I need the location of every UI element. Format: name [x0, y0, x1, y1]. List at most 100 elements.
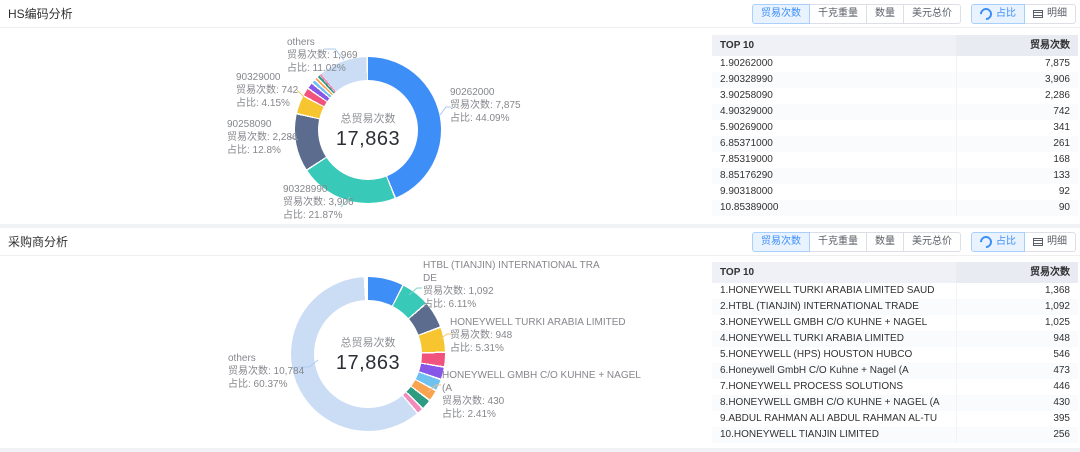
- row-value: 948: [956, 331, 1078, 347]
- row-rank-name: 7.HONEYWELL PROCESS SOLUTIONS: [712, 379, 956, 395]
- toolbar: 贸易次数 千克重量 数量 美元总价 占比 明细: [752, 232, 1076, 252]
- segment-callout: HONEYWELL GMBH C/O KUHNE + NAGEL (A 贸易次数…: [442, 369, 641, 421]
- table-grid-icon: [1033, 238, 1043, 246]
- row-value: 3,906: [956, 72, 1078, 88]
- row-value: 256: [956, 427, 1078, 443]
- row-value: 1,025: [956, 315, 1078, 331]
- segment-callout: 90328990 贸易次数: 3,906 占比: 21.87%: [283, 183, 354, 222]
- row-value: 2,286: [956, 88, 1078, 104]
- table-row: 3.HONEYWELL GMBH C/O KUHNE + NAGEL1,025: [712, 315, 1078, 331]
- total-trades-label: 总贸易次数: [341, 334, 396, 350]
- table-row: 8.85176290133: [712, 168, 1078, 184]
- metric-quantity-button[interactable]: 数量: [866, 4, 904, 24]
- table-row: 7.85319000168: [712, 152, 1078, 168]
- buyer-top10-table: TOP 10 贸易次数 1.HONEYWELL TURKI ARABIA LIM…: [712, 262, 1078, 443]
- value-column-header: 贸易次数: [956, 262, 1078, 283]
- row-rank-name: 9.ABDUL RAHMAN ALI ABDUL RAHMAN AL-TU: [712, 411, 956, 427]
- table-row: 5.HONEYWELL (HPS) HOUSTON HUBCO546: [712, 347, 1078, 363]
- table-row: 6.85371000261: [712, 136, 1078, 152]
- row-rank-name: 5.90269000: [712, 120, 956, 136]
- donut-center: 总贸易次数 17,863: [314, 300, 422, 408]
- table-row: 9.9031800092: [712, 184, 1078, 200]
- donut-chart-icon: [978, 233, 995, 250]
- segment-callout: HONEYWELL TURKI ARABIA LIMITED 贸易次数: 948…: [450, 316, 626, 355]
- donut-chart-icon: [978, 5, 995, 22]
- hs-code-top10-table: TOP 10 贸易次数 1.902620007,8752.903289903,9…: [712, 35, 1078, 216]
- table-row: 4.HONEYWELL TURKI ARABIA LIMITED948: [712, 331, 1078, 347]
- table-row: 7.HONEYWELL PROCESS SOLUTIONS446: [712, 379, 1078, 395]
- row-rank-name: 3.90258090: [712, 88, 956, 104]
- row-rank-name: 4.HONEYWELL TURKI ARABIA LIMITED: [712, 331, 956, 347]
- row-value: 168: [956, 152, 1078, 168]
- metric-trades-button[interactable]: 贸易次数: [752, 232, 810, 252]
- metric-usd-button[interactable]: 美元总价: [903, 232, 961, 252]
- row-value: 7,875: [956, 56, 1078, 72]
- row-rank-name: 8.HONEYWELL GMBH C/O KUHNE + NAGEL (A: [712, 395, 956, 411]
- row-rank-name: 10.HONEYWELL TIANJIN LIMITED: [712, 427, 956, 443]
- view-switcher: 占比 明细: [971, 4, 1076, 24]
- segment-callout: 90329000 贸易次数: 742 占比: 4.15%: [236, 71, 298, 110]
- table-row: 10.8538900090: [712, 200, 1078, 216]
- view-switcher: 占比 明细: [971, 232, 1076, 252]
- ratio-view-label: 占比: [996, 8, 1016, 20]
- table-row: 5.90269000341: [712, 120, 1078, 136]
- table-grid-icon: [1033, 10, 1043, 18]
- section-header: HS编码分析 贸易次数 千克重量 数量 美元总价 占比 明细: [0, 0, 1080, 28]
- row-value: 742: [956, 104, 1078, 120]
- row-rank-name: 10.85389000: [712, 200, 956, 216]
- total-trades-label: 总贸易次数: [341, 110, 396, 126]
- table-row: 10.HONEYWELL TIANJIN LIMITED256: [712, 427, 1078, 443]
- ratio-view-button[interactable]: 占比: [971, 232, 1025, 252]
- detail-view-label: 明细: [1047, 8, 1067, 20]
- detail-view-button[interactable]: 明细: [1024, 4, 1076, 24]
- table-header: TOP 10 贸易次数: [712, 35, 1078, 56]
- value-column-header: 贸易次数: [956, 35, 1078, 56]
- toolbar: 贸易次数 千克重量 数量 美元总价 占比 明细: [752, 4, 1076, 24]
- row-value: 133: [956, 168, 1078, 184]
- table-row: 9.ABDUL RAHMAN ALI ABDUL RAHMAN AL-TU395: [712, 411, 1078, 427]
- row-value: 395: [956, 411, 1078, 427]
- section-title: HS编码分析: [8, 5, 73, 22]
- total-trades-value: 17,863: [336, 128, 400, 151]
- row-rank-name: 2.HTBL (TIANJIN) INTERNATIONAL TRADE: [712, 299, 956, 315]
- row-rank-name: 1.90262000: [712, 56, 956, 72]
- section-title: 采购商分析: [8, 233, 68, 250]
- row-value: 1,368: [956, 283, 1078, 299]
- row-rank-name: 7.85319000: [712, 152, 956, 168]
- ratio-view-button[interactable]: 占比: [971, 4, 1025, 24]
- segment-callout: others 贸易次数: 10,784 占比: 60.37%: [228, 352, 304, 391]
- segment-callout: others 贸易次数: 1,969 占比: 11.02%: [287, 36, 358, 75]
- rank-column-header: TOP 10: [712, 262, 956, 283]
- segment-callout: HTBL (TIANJIN) INTERNATIONAL TRA DE 贸易次数…: [423, 259, 600, 311]
- table-body: 1.902620007,8752.903289903,9063.90258090…: [712, 56, 1078, 216]
- section-header: 采购商分析 贸易次数 千克重量 数量 美元总价 占比 明细: [0, 228, 1080, 256]
- table-row: 3.902580902,286: [712, 88, 1078, 104]
- row-value: 473: [956, 363, 1078, 379]
- rank-column-header: TOP 10: [712, 35, 956, 56]
- row-rank-name: 9.90318000: [712, 184, 956, 200]
- metric-quantity-button[interactable]: 数量: [866, 232, 904, 252]
- detail-view-label: 明细: [1047, 236, 1067, 248]
- table-header: TOP 10 贸易次数: [712, 262, 1078, 283]
- metric-trades-button[interactable]: 贸易次数: [752, 4, 810, 24]
- row-rank-name: 5.HONEYWELL (HPS) HOUSTON HUBCO: [712, 347, 956, 363]
- row-rank-name: 4.90329000: [712, 104, 956, 120]
- row-value: 261: [956, 136, 1078, 152]
- trade-analysis-dashboard: HS编码分析 贸易次数 千克重量 数量 美元总价 占比 明细 采购商分析 贸: [0, 0, 1080, 452]
- row-rank-name: 6.Honeywell GmbH C/O Kuhne + Nagel (A: [712, 363, 956, 379]
- segment-callout: 90258090 贸易次数: 2,286 占比: 12.8%: [227, 118, 298, 157]
- detail-view-button[interactable]: 明细: [1024, 232, 1076, 252]
- row-rank-name: 1.HONEYWELL TURKI ARABIA LIMITED SAUD: [712, 283, 956, 299]
- table-row: 2.903289903,906: [712, 72, 1078, 88]
- metric-switcher: 贸易次数 千克重量 数量 美元总价: [752, 232, 961, 252]
- table-row: 2.HTBL (TIANJIN) INTERNATIONAL TRADE1,09…: [712, 299, 1078, 315]
- table-row: 1.902620007,875: [712, 56, 1078, 72]
- metric-switcher: 贸易次数 千克重量 数量 美元总价: [752, 4, 961, 24]
- metric-usd-button[interactable]: 美元总价: [903, 4, 961, 24]
- metric-weight-button[interactable]: 千克重量: [809, 232, 867, 252]
- total-trades-value: 17,863: [336, 352, 400, 375]
- metric-weight-button[interactable]: 千克重量: [809, 4, 867, 24]
- row-rank-name: 8.85176290: [712, 168, 956, 184]
- table-row: 1.HONEYWELL TURKI ARABIA LIMITED SAUD1,3…: [712, 283, 1078, 299]
- row-value: 430: [956, 395, 1078, 411]
